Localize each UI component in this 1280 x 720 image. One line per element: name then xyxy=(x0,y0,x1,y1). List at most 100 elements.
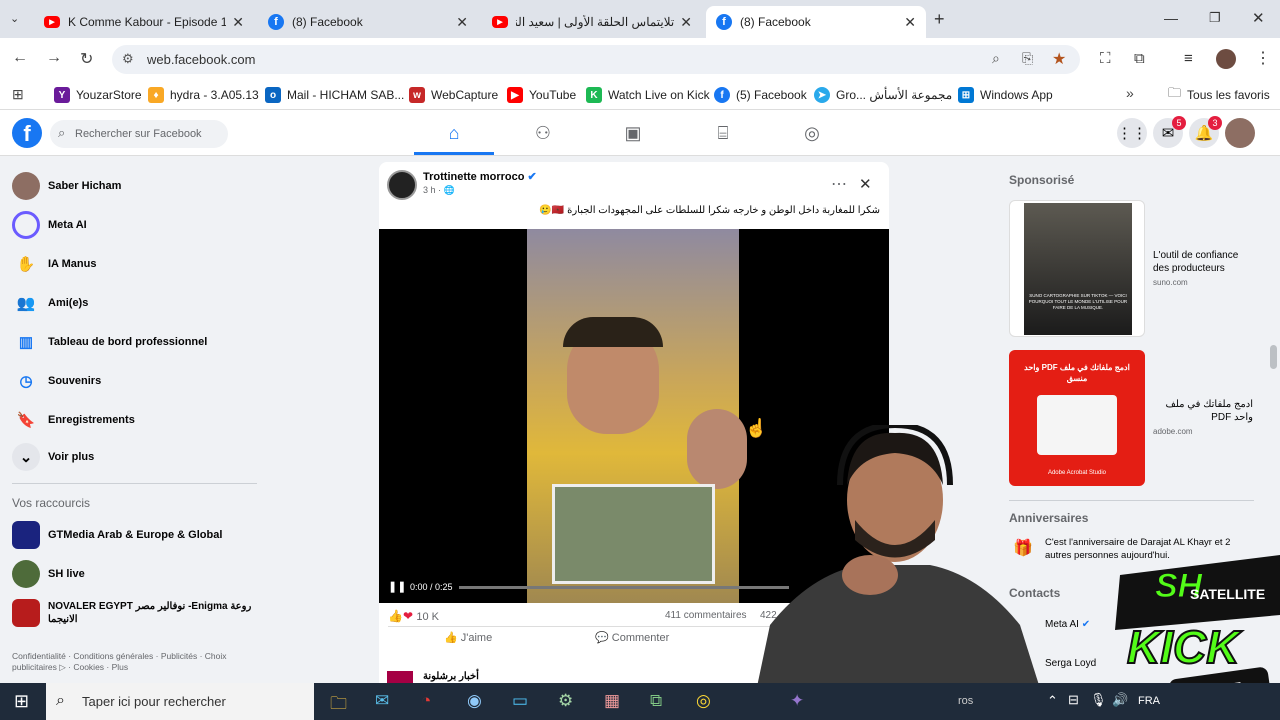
omnibox[interactable]: ⚙ web.facebook.com ⌕ ⎘ ★ xyxy=(112,45,1080,74)
tab-2[interactable]: f (8) Facebook ✕ xyxy=(258,6,478,38)
bookmark-windows-app[interactable]: ⊞ Windows App xyxy=(958,86,1053,104)
close-icon[interactable]: ✕ xyxy=(232,14,244,31)
speedtest-icon[interactable]: ◔ xyxy=(421,691,431,711)
comment-button[interactable]: 💬 Commenter xyxy=(595,631,669,644)
bookmark-star-icon[interactable]: ★ xyxy=(1052,49,1066,69)
bookmark-facebook[interactable]: f (5) Facebook xyxy=(714,86,807,104)
chevron-right-icon[interactable]: » xyxy=(1126,85,1134,101)
microphone-icon[interactable]: 🎙 xyxy=(1090,692,1107,708)
profile-avatar[interactable] xyxy=(1225,118,1255,148)
url-text[interactable]: web.facebook.com xyxy=(147,52,255,67)
install-icon[interactable]: ⎘ xyxy=(1022,50,1033,67)
tab-3[interactable]: ▶ تلايتماس الحلقة الأولى | سعيد النا ✕ xyxy=(482,6,702,38)
friends-icon: 👥 xyxy=(16,295,36,312)
reactions[interactable]: 👍❤ 10 K xyxy=(388,609,439,623)
windows-start-icon[interactable]: ⊞ xyxy=(14,691,29,712)
left-menu-friends[interactable]: 👥 Ami(e)s xyxy=(12,288,89,318)
network-icon[interactable]: ⊟ xyxy=(1068,692,1079,708)
groups-icon[interactable]: ◎ xyxy=(801,122,823,144)
laptop-app-icon[interactable]: ▭ xyxy=(512,691,528,711)
left-menu-see-more[interactable]: ⌄ Voir plus xyxy=(12,442,94,472)
bookmark-youtube[interactable]: ▶ YouTube xyxy=(507,86,576,104)
menu-kebab-icon[interactable]: ⋮ xyxy=(1255,48,1271,68)
shortcut-shlive[interactable]: SH live xyxy=(12,559,85,589)
facebook-icon: f xyxy=(714,87,730,103)
close-window-icon[interactable]: ✕ xyxy=(1252,9,1265,27)
tab-4-active[interactable]: f (8) Facebook ✕ xyxy=(706,6,926,38)
left-menu-saved[interactable]: 🔖 Enregistrements xyxy=(12,405,135,435)
post-author[interactable]: Trottinette morroco ✔ xyxy=(423,170,537,183)
shortcut-gtmedia[interactable]: GTMedia Arab & Europe & Global xyxy=(12,520,222,550)
bookmark-hydra[interactable]: ♦ hydra - 3.A05.13 xyxy=(148,86,259,104)
like-button[interactable]: 👍 J'aime xyxy=(444,631,492,644)
close-icon[interactable]: ✕ xyxy=(904,14,916,31)
tab-1[interactable]: ▶ K Comme Kabour - Episode 1 - ✕ xyxy=(34,6,254,38)
marketplace-icon[interactable]: ⌸ xyxy=(712,122,734,144)
app-icon[interactable]: ✦ xyxy=(790,691,804,711)
bookmark-label: YouzarStore xyxy=(76,88,142,102)
close-icon[interactable]: ✕ xyxy=(680,14,692,31)
calculator-icon[interactable]: ▦ xyxy=(604,691,620,711)
reload-icon[interactable]: ↻ xyxy=(80,49,93,69)
friends-icon[interactable]: ⚇ xyxy=(532,122,554,144)
forward-icon[interactable]: → xyxy=(46,49,62,67)
network-app-icon[interactable]: ⧉ xyxy=(650,691,662,711)
app-icon[interactable]: ⚙ xyxy=(558,691,573,711)
ad-suno-image[interactable]: SUNO CARTOGRAPHIE SUR TIKTOK — VOICI POU… xyxy=(1009,200,1145,337)
close-icon[interactable]: ✕ xyxy=(456,14,468,31)
close-icon[interactable]: ✕ xyxy=(859,175,872,193)
zoom-icon[interactable]: ⌕ xyxy=(992,50,1000,67)
pause-icon[interactable]: ❚❚ xyxy=(388,580,406,593)
scrollbar-thumb[interactable] xyxy=(1270,345,1277,369)
shortcut-label: SH live xyxy=(48,568,85,580)
ad-title[interactable]: L'outil de confiance des producteurs xyxy=(1153,249,1253,275)
home-icon[interactable]: ⌂ xyxy=(443,122,465,144)
author-avatar[interactable] xyxy=(387,170,417,200)
apps-grid-icon[interactable]: ⊞ xyxy=(12,86,24,103)
profile-avatar[interactable] xyxy=(1216,49,1236,69)
ad-title[interactable]: ادمج ملفاتك في ملف واحد PDF xyxy=(1153,398,1254,424)
media-icon[interactable]: ≡ xyxy=(1184,50,1193,67)
screenshot-icon[interactable]: ⛶ xyxy=(1100,50,1111,67)
bookmark-webcapture[interactable]: w WebCapture xyxy=(409,86,498,104)
tab-search-chevron-icon[interactable]: ⌄ xyxy=(10,12,19,25)
next-author-avatar[interactable] xyxy=(387,671,413,683)
bookmark-youzarstore[interactable]: Y YouzarStore xyxy=(54,86,142,104)
messenger-badge: 5 xyxy=(1172,116,1186,130)
file-explorer-icon[interactable]: 🗀 xyxy=(330,691,347,720)
minimize-icon[interactable]: — xyxy=(1164,10,1178,26)
all-bookmarks[interactable]: 🗀 Tous les favoris xyxy=(1168,85,1270,104)
left-menu-meta-ai[interactable]: Meta AI xyxy=(12,210,87,240)
footer-links[interactable]: Confidentialité · Conditions générales ·… xyxy=(12,651,252,673)
camera-app-icon[interactable]: ◉ xyxy=(467,691,482,711)
language-indicator[interactable]: FRA xyxy=(1138,695,1160,707)
bookmark-mail[interactable]: o Mail - HICHAM SAB... xyxy=(265,86,404,104)
site-info-icon[interactable]: ⚙ xyxy=(122,51,134,67)
restore-icon[interactable]: ❐ xyxy=(1209,10,1221,26)
left-menu-profile[interactable]: Saber Hicham xyxy=(12,171,121,201)
back-icon[interactable]: ← xyxy=(12,49,28,67)
volume-icon[interactable]: 🔊 xyxy=(1112,692,1128,708)
shortcuts-title: Vos raccourcis xyxy=(12,496,91,510)
contact-serga[interactable]: Serga Loyd xyxy=(1045,658,1096,669)
shortcut-novaler[interactable]: NOVALER EGYPT نوفالير مصر -Enigma روعة ا… xyxy=(12,598,252,628)
mail-app-icon[interactable]: ✉ xyxy=(375,691,389,711)
contact-meta-ai[interactable]: Meta AI ✔ xyxy=(1045,619,1090,630)
video-icon[interactable]: ▣ xyxy=(622,122,644,144)
chrome-icon[interactable]: ◎ xyxy=(696,691,711,711)
next-author[interactable]: أخبار برشلونة xyxy=(423,671,479,682)
left-menu-manus[interactable]: ✋ IA Manus xyxy=(12,249,97,279)
extensions-icon[interactable]: ⧉ xyxy=(1134,50,1145,67)
chevron-up-icon[interactable]: ⌃ xyxy=(1047,693,1058,709)
left-menu-dashboard[interactable]: ▥ Tableau de bord professionnel xyxy=(12,327,207,357)
facebook-logo-icon[interactable]: f xyxy=(12,118,42,148)
new-tab-icon[interactable]: + xyxy=(934,9,945,30)
bookmark-telegram[interactable]: ➤ Gro... مجموعة الأسأش xyxy=(814,86,952,104)
menu-grid-icon[interactable]: ⋮⋮ xyxy=(1117,118,1147,148)
bookmark-kick[interactable]: K Watch Live on Kick xyxy=(586,86,710,104)
post-time[interactable]: 3 h xyxy=(423,185,436,195)
taskbar-search-input[interactable]: ⌕ Taper ici pour rechercher xyxy=(46,683,314,720)
left-menu-memories[interactable]: ◷ Souvenirs xyxy=(12,366,101,396)
more-options-icon[interactable]: ⋯ xyxy=(831,174,847,194)
search-input[interactable]: ⌕ Rechercher sur Facebook xyxy=(50,120,228,148)
